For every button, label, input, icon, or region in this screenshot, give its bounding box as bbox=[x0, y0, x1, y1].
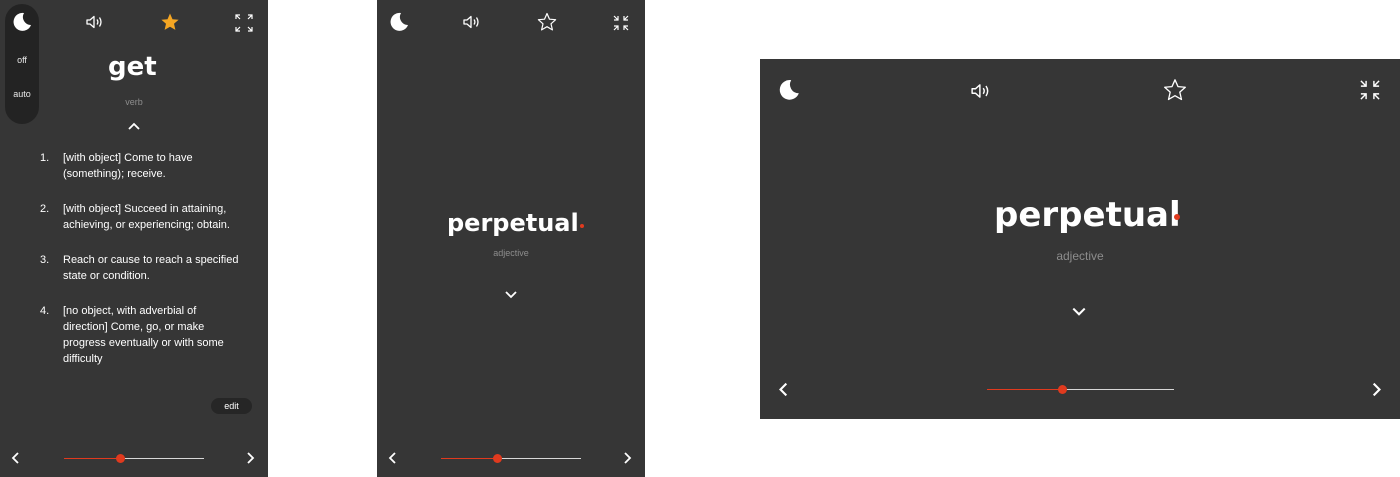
night-mode-auto-option[interactable]: auto bbox=[0, 89, 44, 99]
word-card-portrait: perpetual adjective bbox=[377, 0, 645, 477]
chevron-down-icon[interactable] bbox=[504, 290, 518, 300]
speaker-icon[interactable] bbox=[461, 13, 483, 31]
star-icon[interactable] bbox=[160, 12, 180, 32]
word-title: perpetual bbox=[994, 195, 1181, 235]
progress-slider[interactable] bbox=[987, 385, 1174, 395]
definition-item: 1. [with object] Come to have (something… bbox=[40, 150, 240, 182]
progress-slider[interactable] bbox=[441, 454, 581, 464]
definition-text: [no object, with adverbial of direction]… bbox=[63, 305, 224, 365]
progress-slider-knob[interactable] bbox=[116, 454, 125, 463]
definition-item: 3. Reach or cause to reach a specified s… bbox=[40, 252, 240, 284]
chevron-down-icon[interactable] bbox=[1071, 306, 1087, 318]
definitions-list: 1. [with object] Come to have (something… bbox=[40, 150, 240, 376]
collapse-icon[interactable] bbox=[1357, 77, 1383, 103]
moon-icon[interactable] bbox=[777, 78, 801, 102]
part-of-speech: verb bbox=[125, 97, 143, 107]
night-mode-menu: off auto bbox=[5, 4, 39, 124]
word-card-landscape: perpetual adjective bbox=[760, 59, 1400, 419]
pronunciation-dot bbox=[1174, 214, 1180, 220]
chevron-left-icon[interactable] bbox=[777, 381, 791, 398]
word-title: get bbox=[108, 52, 157, 82]
moon-icon[interactable] bbox=[388, 11, 410, 33]
definition-item: 4. [no object, with adverbial of directi… bbox=[40, 303, 240, 367]
speaker-icon[interactable] bbox=[968, 81, 994, 101]
collapse-icon[interactable] bbox=[611, 13, 631, 33]
chevron-right-icon[interactable] bbox=[621, 451, 633, 465]
definition-number: 4. bbox=[40, 305, 50, 317]
word-card-portrait-expanded: off auto get verb 1. [with object] Come … bbox=[0, 0, 268, 477]
definition-number: 3. bbox=[40, 254, 50, 266]
star-icon[interactable] bbox=[1163, 78, 1187, 102]
moon-icon[interactable] bbox=[11, 11, 33, 33]
definition-number: 2. bbox=[40, 203, 50, 215]
chevron-up-icon[interactable] bbox=[127, 121, 141, 131]
night-mode-off-option[interactable]: off bbox=[0, 55, 44, 65]
chevron-right-icon[interactable] bbox=[1369, 381, 1383, 398]
definition-number: 1. bbox=[40, 152, 50, 164]
speaker-icon[interactable] bbox=[84, 13, 106, 31]
part-of-speech: adjective bbox=[1056, 249, 1104, 263]
star-icon[interactable] bbox=[537, 12, 557, 32]
chevron-left-icon[interactable] bbox=[10, 451, 22, 465]
chevron-right-icon[interactable] bbox=[244, 451, 256, 465]
pronunciation-dot bbox=[580, 224, 584, 228]
progress-slider-knob[interactable] bbox=[1058, 385, 1067, 394]
edit-button[interactable]: edit bbox=[211, 398, 252, 414]
definition-text: [with object] Come to have (something); … bbox=[63, 152, 193, 180]
definition-item: 2. [with object] Succeed in attaining, a… bbox=[40, 201, 240, 233]
part-of-speech: adjective bbox=[493, 248, 529, 258]
definition-text: Reach or cause to reach a specified stat… bbox=[63, 254, 239, 282]
fullscreen-icon[interactable] bbox=[234, 13, 254, 33]
word-title: perpetual bbox=[447, 209, 579, 237]
progress-slider[interactable] bbox=[64, 454, 204, 464]
definition-text: [with object] Succeed in attaining, achi… bbox=[63, 203, 230, 231]
progress-slider-knob[interactable] bbox=[493, 454, 502, 463]
chevron-left-icon[interactable] bbox=[387, 451, 399, 465]
